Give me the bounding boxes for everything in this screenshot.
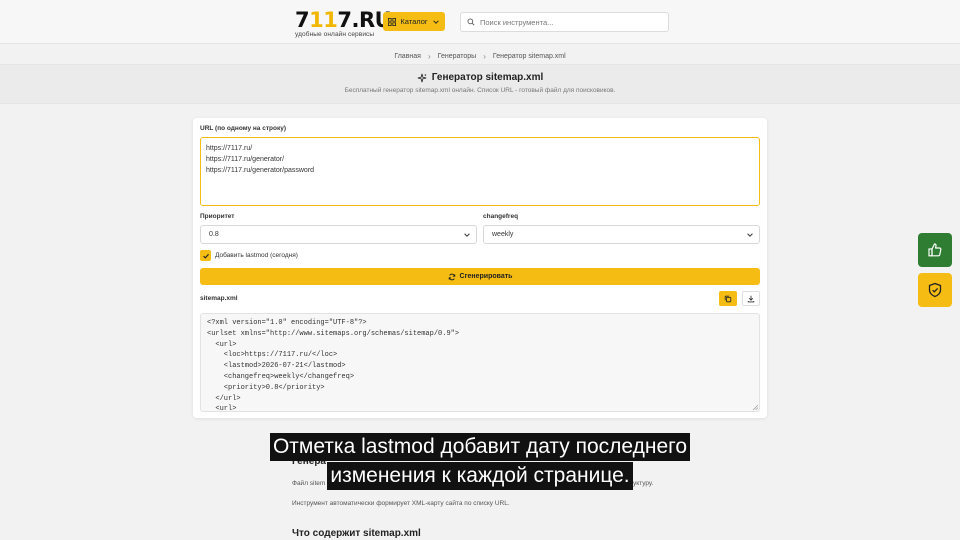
subtitle-line-2: изменения к каждой странице. (0, 462, 960, 490)
url-label: URL (по одному на строку) (200, 125, 286, 132)
xml-output-text: <?xml version="1.0" encoding="UTF-8"?> <… (207, 319, 460, 412)
section-heading-2: Что содержит sitemap.xml (292, 528, 421, 539)
chevron-down-icon (747, 233, 753, 237)
priority-select[interactable]: 0.8 (200, 225, 477, 244)
logo-tagline: удобные онлайн сервисы (295, 31, 375, 38)
chevron-right-icon: › (427, 52, 431, 61)
page-hero: Генератор sitemap.xml Бесплатный генерат… (0, 64, 960, 104)
chevron-right-icon: › (483, 52, 486, 61)
breadcrumb-current: Генератор sitemap.xml (492, 53, 566, 60)
shield-button[interactable] (918, 273, 952, 307)
priority-label: Приоритет (200, 213, 235, 220)
like-button[interactable] (918, 233, 952, 267)
chevron-down-icon (464, 233, 470, 237)
section-paragraph: Инструмент автоматически формирует XML-к… (292, 500, 510, 507)
output-label: sitemap.xml (200, 295, 238, 302)
search-icon (467, 18, 475, 26)
search-input[interactable] (480, 17, 660, 27)
resize-grip-icon[interactable] (752, 404, 758, 410)
breadcrumb-generators[interactable]: Генераторы (438, 53, 477, 60)
chevron-down-icon (432, 19, 439, 24)
breadcrumb-home[interactable]: Главная (394, 53, 421, 60)
generate-label: Сгенерировать (459, 273, 513, 280)
generate-button[interactable]: Сгенерировать (200, 268, 760, 285)
refresh-icon (448, 273, 455, 280)
page-title-text: Генератор sitemap.xml (431, 72, 544, 83)
priority-value: 0.8 (209, 231, 219, 238)
breadcrumb: Главная › Генераторы › Генератор sitemap… (0, 52, 960, 61)
xml-output[interactable]: <?xml version="1.0" encoding="UTF-8"?> <… (200, 313, 760, 412)
page-title: Генератор sitemap.xml (0, 72, 960, 83)
changefreq-label: changefreq (483, 213, 519, 220)
check-icon (202, 253, 209, 259)
site-logo[interactable]: 7117.RU удобные онлайн сервисы (295, 8, 392, 38)
search-box[interactable] (460, 12, 669, 32)
catalog-button[interactable]: Каталог (383, 12, 445, 31)
changefreq-select[interactable]: weekly (483, 225, 760, 244)
catalog-label: Каталог (400, 17, 428, 26)
changefreq-value: weekly (492, 231, 514, 238)
shield-check-icon (928, 282, 942, 298)
url-textarea[interactable]: https://7117.ru/ https://7117.ru/generat… (200, 137, 760, 206)
generator-card: URL (по одному на строку) https://7117.r… (193, 118, 767, 418)
copy-button[interactable] (719, 291, 737, 306)
download-icon (747, 295, 755, 302)
lastmod-label[interactable]: Добавить lastmod (сегодня) (215, 252, 298, 259)
thumbs-up-icon (928, 243, 942, 257)
page-subtitle: Бесплатный генератор sitemap.xml онлайн.… (344, 87, 616, 94)
lastmod-checkbox[interactable] (200, 250, 211, 261)
sparkle-icon (417, 73, 427, 82)
copy-icon (724, 295, 732, 302)
subtitle-line-1: Отметка lastmod добавит дату последнего (0, 433, 960, 461)
grid-icon (388, 17, 397, 26)
download-button[interactable] (742, 291, 760, 306)
site-header: 7117.RU удобные онлайн сервисы Каталог (0, 0, 960, 44)
logo-text: 7117.RU (295, 8, 392, 32)
